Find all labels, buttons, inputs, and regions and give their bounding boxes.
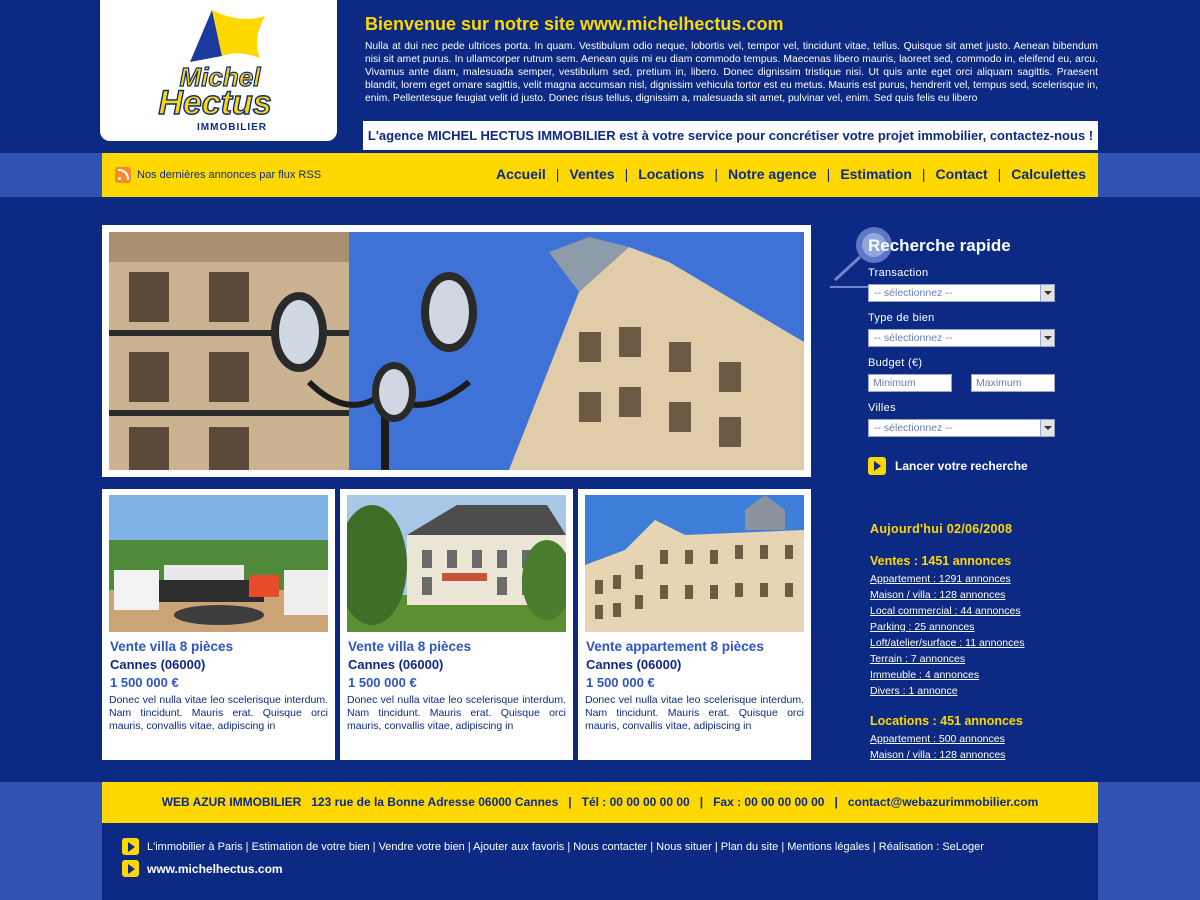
logo-graphic: Michel Hectus IMMOBILIER (158, 10, 272, 133)
listing-city: Cannes (06000) (348, 657, 444, 672)
chevron-down-icon[interactable] (1040, 420, 1054, 436)
nav-item-accueil[interactable]: Accueil (486, 166, 556, 182)
launch-search-label: Lancer votre recherche (895, 459, 1028, 473)
villes-label: Villes (868, 402, 896, 414)
rss-label: Nos dernières annonces par flux RSS (137, 169, 322, 181)
arrow-right-icon (868, 457, 886, 475)
listing-card-1[interactable]: Vente villa 8 pièces Cannes (06000) 1 50… (102, 489, 335, 760)
villes-select[interactable]: -- sélectionnez -- (868, 419, 1055, 437)
listing-price: 1 500 000 € (586, 675, 655, 690)
listing-title[interactable]: Vente appartement 8 pièces (586, 639, 764, 654)
budget-label: Budget (€) (868, 357, 923, 369)
listing-photo-2 (347, 495, 566, 632)
list-item[interactable]: Terrain : 7 annonces (870, 651, 1025, 667)
hero-photo-frame (102, 225, 811, 477)
footer-site-link[interactable]: www.michelhectus.com (122, 860, 283, 877)
list-item[interactable]: Appartement : 500 annonces (870, 731, 1005, 747)
type-select[interactable]: -- sélectionnez -- (868, 329, 1055, 347)
list-item[interactable]: Maison / villa : 128 annonces (870, 587, 1025, 603)
hero-photo (109, 232, 804, 470)
rss-icon (115, 167, 131, 183)
arrow-right-icon (122, 860, 139, 877)
transaction-select[interactable]: -- sélectionnez -- (868, 284, 1055, 302)
listing-title[interactable]: Vente villa 8 pièces (110, 639, 233, 654)
right-strip-bottom (1098, 782, 1200, 900)
list-item[interactable]: Immeuble : 4 annonces (870, 667, 1025, 683)
listing-city: Cannes (06000) (586, 657, 682, 672)
nav-item-estimation[interactable]: Estimation (830, 166, 922, 182)
list-item[interactable]: Appartement : 1291 annonces (870, 571, 1025, 587)
locations-heading[interactable]: Locations : 451 annonces (870, 714, 1023, 728)
logo-line2: Hectus (158, 84, 271, 122)
arrow-right-icon (122, 838, 139, 855)
intro-text: Nulla at dui nec pede ultrices porta. In… (365, 41, 1098, 104)
search-title: Recherche rapide (868, 236, 1011, 255)
ventes-heading[interactable]: Ventes : 1451 annonces (870, 554, 1011, 568)
welcome-title: Bienvenue sur notre site www.michelhectu… (365, 14, 784, 34)
right-strip-top (1098, 153, 1200, 197)
type-select-value: -- sélectionnez -- (874, 332, 953, 344)
listing-card-2[interactable]: Vente villa 8 pièces Cannes (06000) 1 50… (340, 489, 573, 760)
nav-item-locations[interactable]: Locations (628, 166, 714, 182)
footer-links-text[interactable]: L'immobilier à Paris | Estimation de vot… (147, 841, 984, 853)
today-date: Aujourd'hui 02/06/2008 (870, 522, 1013, 536)
rss-link[interactable]: Nos dernières annonces par flux RSS (115, 167, 321, 183)
main-navbar: Nos dernières annonces par flux RSS Accu… (102, 153, 1098, 197)
listing-price: 1 500 000 € (110, 675, 179, 690)
chevron-down-icon[interactable] (1040, 285, 1054, 301)
nav-item-ventes[interactable]: Ventes (559, 166, 624, 182)
type-label: Type de bien (868, 312, 935, 324)
budget-max-input[interactable]: Maximum (971, 374, 1055, 392)
transaction-select-value: -- sélectionnez -- (874, 287, 953, 299)
listing-photo-1 (109, 495, 328, 632)
left-strip-top (0, 153, 102, 197)
logo[interactable]: Michel Hectus IMMOBILIER (100, 0, 337, 141)
listing-description: Donec vel nulla vitae leo scelerisque in… (109, 694, 328, 732)
listing-price: 1 500 000 € (348, 675, 417, 690)
list-item[interactable]: Local commercial : 44 annonces (870, 603, 1025, 619)
launch-search-button[interactable]: Lancer votre recherche (868, 457, 1028, 475)
listing-description: Donec vel nulla vitae leo scelerisque in… (347, 694, 566, 732)
list-item[interactable]: Loft/atelier/surface : 11 annonces (870, 635, 1025, 651)
transaction-label: Transaction (868, 267, 929, 279)
listing-photo-3 (585, 495, 804, 632)
logo-line3: IMMOBILIER (197, 122, 267, 133)
listing-description: Donec vel nulla vitae leo scelerisque in… (585, 694, 804, 732)
list-item[interactable]: Parking : 25 annonces (870, 619, 1025, 635)
chevron-down-icon[interactable] (1040, 330, 1054, 346)
footer-contact-bar: WEB AZUR IMMOBILIER 123 rue de la Bonne … (102, 782, 1098, 823)
listing-title[interactable]: Vente villa 8 pièces (348, 639, 471, 654)
budget-min-input[interactable]: Minimum (868, 374, 952, 392)
locations-list: Appartement : 500 annonces Maison / vill… (870, 731, 1005, 763)
footer-links: L'immobilier à Paris | Estimation de vot… (122, 838, 984, 855)
nav-item-calculettes[interactable]: Calculettes (1001, 166, 1086, 182)
list-item[interactable]: Divers : 1 annonce (870, 683, 1025, 699)
left-strip-bottom (0, 782, 102, 900)
nav-item-contact[interactable]: Contact (926, 166, 998, 182)
footer-site-text: www.michelhectus.com (147, 861, 283, 876)
listing-card-3[interactable]: Vente appartement 8 pièces Cannes (06000… (578, 489, 811, 760)
villes-select-value: -- sélectionnez -- (874, 422, 953, 434)
list-item[interactable]: Maison / villa : 128 annonces (870, 747, 1005, 763)
ventes-list: Appartement : 1291 annonces Maison / vil… (870, 571, 1025, 699)
tagline-banner: L'agence MICHEL HECTUS IMMOBILIER est à … (363, 121, 1098, 150)
nav-item-notre-agence[interactable]: Notre agence (718, 166, 827, 182)
listing-city: Cannes (06000) (110, 657, 206, 672)
nav-menu: Accueil | Ventes | Locations | Notre agence… (486, 166, 1086, 182)
